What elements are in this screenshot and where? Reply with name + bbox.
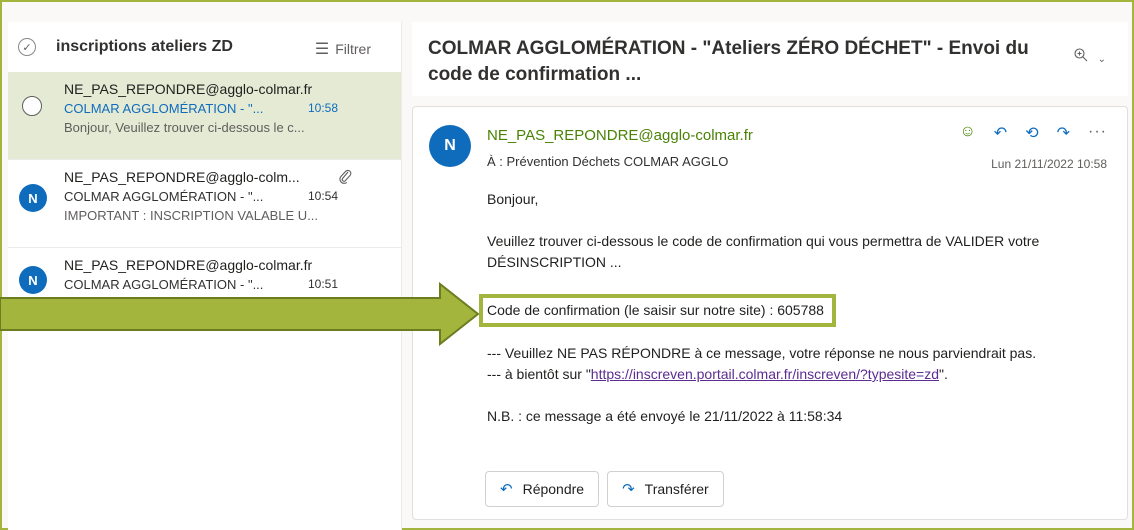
avatar: N (19, 266, 47, 294)
zoom-icon (1074, 48, 1088, 62)
body-paragraph: Veuillez trouver ci-dessous le code de c… (487, 233, 1040, 270)
reply-icon: ↶ (500, 481, 513, 498)
confirmation-code-highlight: Code de confirmation (le saisir sur notr… (479, 294, 836, 327)
link-suffix: ". (939, 366, 948, 382)
site-link-line: --- à bientôt sur "https://inscreven.por… (487, 364, 1107, 385)
mail-subject-row: COLMAR AGGLOMÉRATION - "... 10:51 (64, 275, 401, 294)
recipient-line: À : Prévention Déchets COLMAR AGGLO (487, 154, 729, 169)
sender-avatar: N (429, 125, 471, 167)
chevron-down-icon: ⌄ (1097, 54, 1106, 65)
mail-item[interactable]: N NE_PAS_REPONDRE@agglo-colm... COLMAR A… (8, 160, 401, 248)
mail-item[interactable]: NE_PAS_REPONDRE@agglo-colmar.fr COLMAR A… (8, 72, 401, 160)
avatar: N (19, 184, 47, 212)
message-actions: ☺ ↶ ⟲ ↷ ··· (959, 123, 1107, 143)
more-options-icon[interactable]: ··· (1088, 123, 1107, 143)
greeting: Bonjour, (487, 191, 539, 207)
mail-subject: COLMAR AGGLOMÉRATION - "... (64, 101, 264, 116)
body-paragraph: --- Veuillez NE PAS RÉPONDRE à ce messag… (487, 345, 1037, 361)
mail-subject-row: COLMAR AGGLOMÉRATION - "... 10:58 (64, 99, 401, 118)
forward-button[interactable]: ↷ Transférer (607, 471, 724, 507)
reply-icon[interactable]: ↶ (994, 123, 1007, 143)
message-card: N NE_PAS_REPONDRE@agglo-colmar.fr À : Pr… (412, 106, 1128, 520)
mail-subject-row: COLMAR AGGLOMÉRATION - "... 10:54 (64, 187, 401, 206)
conversation-title: COLMAR AGGLOMÉRATION - "Ateliers ZÉRO DÉ… (428, 38, 1029, 85)
mail-from: NE_PAS_REPONDRE@agglo-colmar.fr (64, 257, 313, 273)
mail-preview: IMPORTANT : INSCRIPTION VALABLE U... (64, 208, 319, 223)
mail-time: 10:51 (308, 277, 339, 291)
paperclip-icon (338, 168, 352, 187)
mail-from: NE_PAS_REPONDRE@agglo-colmar.fr (64, 81, 313, 97)
reply-all-icon[interactable]: ⟲ (1025, 123, 1038, 143)
sender-name[interactable]: NE_PAS_REPONDRE@agglo-colmar.fr (487, 127, 753, 144)
nb-note: N.B. : ce message a été envoyé le 21/11/… (487, 408, 843, 424)
folder-title: inscriptions ateliers ZD (56, 38, 233, 55)
mail-preview: Bonjour, Veuillez trouver ci-dessous le … (64, 120, 305, 135)
message-list-pane: ✓ inscriptions ateliers ZD ☰ Filtrer NE_… (8, 22, 402, 530)
filter-label: Filtrer (335, 41, 371, 57)
reading-pane-header: COLMAR AGGLOMÉRATION - "Ateliers ZÉRO DÉ… (412, 22, 1128, 96)
message-date: Lun 21/11/2022 10:58 (991, 157, 1107, 171)
forward-icon[interactable]: ↷ (1057, 123, 1070, 143)
site-link[interactable]: https://inscreven.portail.colmar.fr/insc… (591, 366, 939, 382)
zoom-button[interactable]: ⌄ (1074, 48, 1106, 65)
mail-item[interactable]: N NE_PAS_REPONDRE@agglo-colmar.fr COLMAR… (8, 248, 401, 300)
mail-time: 10:58 (308, 101, 339, 115)
filter-button[interactable]: ☰ Filtrer (315, 39, 371, 59)
select-radio-icon[interactable] (22, 96, 42, 116)
emoji-reaction-icon[interactable]: ☺ (959, 123, 975, 143)
forward-icon: ↷ (622, 481, 635, 498)
mail-subject: COLMAR AGGLOMÉRATION - "... (64, 277, 264, 292)
list-header: ✓ inscriptions ateliers ZD ☰ Filtrer (8, 22, 401, 72)
forward-label: Transférer (644, 481, 709, 497)
reply-label: Répondre (522, 481, 585, 497)
link-prefix: --- à bientôt sur " (487, 366, 591, 382)
reply-buttons: ↶ Répondre ↷ Transférer (485, 471, 724, 507)
mail-subject: COLMAR AGGLOMÉRATION - "... (64, 189, 264, 204)
mail-time: 10:54 (308, 189, 339, 203)
confirmation-code-line: Code de confirmation (le saisir sur notr… (487, 302, 824, 318)
filter-icon: ☰ (314, 41, 330, 58)
message-body: Bonjour, Veuillez trouver ci-dessous le … (479, 189, 1107, 448)
select-all-icon[interactable]: ✓ (18, 38, 36, 56)
reply-button[interactable]: ↶ Répondre (485, 471, 600, 507)
